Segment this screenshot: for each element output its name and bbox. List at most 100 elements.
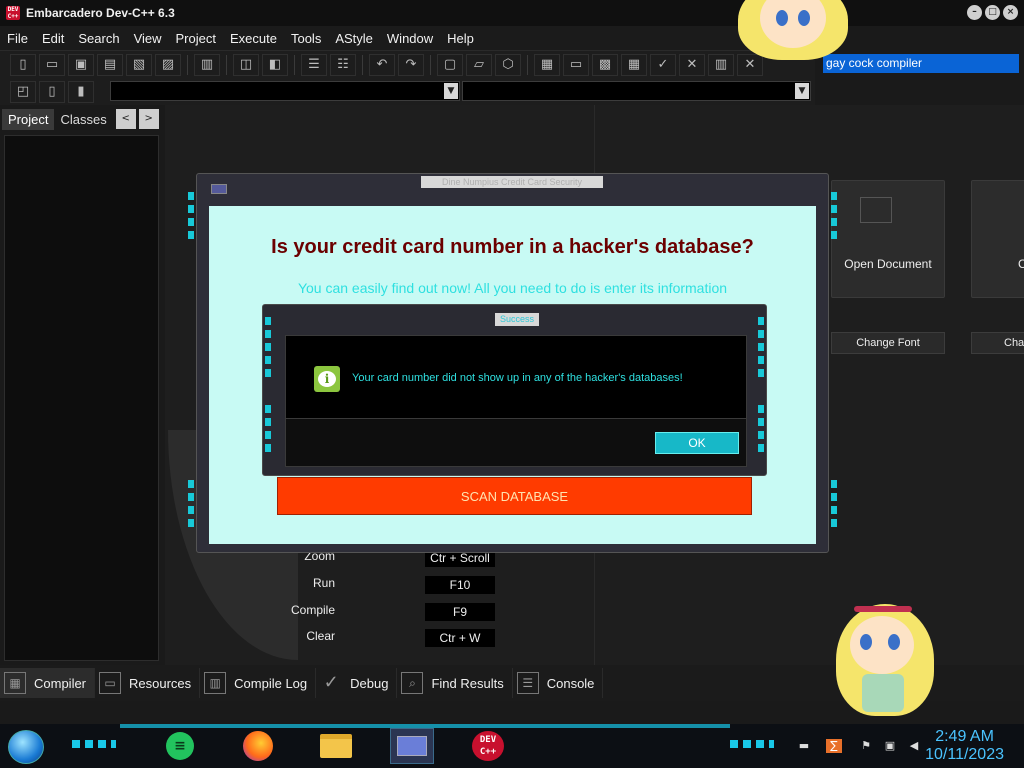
change-font-button[interactable]: Change Font bbox=[831, 332, 945, 354]
ok-button[interactable]: OK bbox=[655, 432, 739, 454]
volume-icon[interactable]: ◀ bbox=[906, 739, 922, 753]
main-toolbar: ▯ ▭ ▣ ▤ ▧ ▨ ▥ ◫ ◧ ☰ ☷ ↶ ↷ ▢ ▱ ⬡ ▦ ▭ ▩ ▦ … bbox=[0, 50, 815, 78]
shortcut-name: Run bbox=[312, 576, 335, 590]
menu-window[interactable]: Window bbox=[380, 31, 440, 46]
frame-accent bbox=[758, 405, 764, 455]
indent-icon[interactable]: ☰ bbox=[301, 53, 327, 76]
tab-label: Console bbox=[546, 675, 595, 691]
chevron-down-icon[interactable]: ▼ bbox=[444, 83, 458, 99]
new-project-icon[interactable]: ▢ bbox=[437, 53, 463, 76]
check-syntax-icon[interactable]: ✓ bbox=[650, 53, 676, 76]
frame-accent bbox=[831, 480, 837, 530]
success-title: Success bbox=[495, 313, 539, 326]
toolbar-separator bbox=[187, 54, 188, 75]
close-file-icon[interactable]: ▧ bbox=[126, 53, 152, 76]
replace-icon[interactable]: ◧ bbox=[262, 53, 288, 76]
open-folder-icon[interactable]: ▭ bbox=[39, 53, 65, 76]
create-tile[interactable]: C bbox=[971, 180, 1024, 298]
function-combo[interactable]: ▼ bbox=[462, 81, 811, 101]
shortcut-name: Clear bbox=[306, 629, 335, 643]
profile-chart-icon[interactable]: ▥ bbox=[708, 53, 734, 76]
toolbar-separator bbox=[430, 54, 431, 75]
tab-find-results[interactable]: ⌕ Find Results bbox=[397, 668, 513, 698]
scan-database-button[interactable]: SCAN DATABASE bbox=[277, 477, 752, 515]
close-button[interactable]: × bbox=[1003, 5, 1018, 20]
print-icon[interactable]: ▥ bbox=[194, 53, 220, 76]
compile-icon[interactable]: ▦ bbox=[534, 53, 560, 76]
folder-icon bbox=[320, 734, 352, 758]
menu-view[interactable]: View bbox=[127, 31, 169, 46]
class-combo[interactable]: ▼ bbox=[110, 81, 460, 101]
tab-console[interactable]: ☰ Console bbox=[513, 668, 604, 698]
goto-icon[interactable]: ◰ bbox=[10, 80, 36, 103]
shortcut-key: F9 bbox=[425, 603, 495, 621]
tab-classes[interactable]: Classes bbox=[54, 109, 112, 130]
menu-bar: File Edit Search View Project Execute To… bbox=[0, 26, 815, 50]
find-icon[interactable]: ◫ bbox=[233, 53, 259, 76]
remove-file-icon[interactable]: ▱ bbox=[466, 53, 492, 76]
menu-tools[interactable]: Tools bbox=[284, 31, 328, 46]
menu-astyle[interactable]: AStyle bbox=[328, 31, 380, 46]
tab-scroll-left-button[interactable]: < bbox=[115, 109, 136, 129]
menu-execute[interactable]: Execute bbox=[223, 31, 284, 46]
minimize-button[interactable]: – bbox=[967, 5, 982, 20]
save-all-icon[interactable]: ▤ bbox=[97, 53, 123, 76]
frame-accent bbox=[265, 317, 271, 377]
success-body: i Your card number did not show up in an… bbox=[285, 335, 747, 419]
menu-search[interactable]: Search bbox=[71, 31, 126, 46]
network-icon[interactable]: ▣ bbox=[882, 739, 898, 753]
clock[interactable]: 2:49 AM 10/11/2023 bbox=[925, 728, 1004, 764]
undo-icon[interactable]: ↶ bbox=[369, 53, 395, 76]
unindent-icon[interactable]: ☷ bbox=[330, 53, 356, 76]
project-tree[interactable] bbox=[4, 135, 159, 661]
save-icon[interactable]: ▣ bbox=[68, 53, 94, 76]
taskbar-firefox[interactable] bbox=[236, 728, 280, 764]
shortcut-name: Compile bbox=[290, 603, 335, 617]
tab-compiler[interactable]: ▦ Compiler bbox=[0, 668, 96, 698]
tab-label: Compile Log bbox=[234, 675, 308, 691]
bookmarks-icon[interactable]: ▮ bbox=[68, 80, 94, 103]
maximize-button[interactable]: □ bbox=[985, 5, 1000, 20]
start-button[interactable] bbox=[8, 730, 44, 764]
tab-debug[interactable]: ✓ Debug bbox=[316, 668, 398, 698]
taskbar-devcpp[interactable]: DEV C++ bbox=[466, 728, 510, 764]
project-options-icon[interactable]: ⬡ bbox=[495, 53, 521, 76]
app-window-icon bbox=[211, 184, 227, 194]
tab-resources[interactable]: ▭ Resources bbox=[95, 668, 201, 698]
menu-file[interactable]: File bbox=[0, 31, 35, 46]
run-icon[interactable]: ▭ bbox=[563, 53, 589, 76]
menu-edit[interactable]: Edit bbox=[35, 31, 71, 46]
open-document-tile[interactable]: Open Document bbox=[831, 180, 945, 298]
devcpp-icon: DEV C++ bbox=[472, 731, 504, 761]
toolbar-separator bbox=[294, 54, 295, 75]
bar-chart-icon: ▥ bbox=[204, 672, 227, 694]
frame-accent bbox=[758, 317, 764, 377]
taskbar-active-window[interactable] bbox=[390, 728, 434, 764]
mascot-top-image bbox=[738, 0, 858, 60]
menu-help[interactable]: Help bbox=[440, 31, 481, 46]
tab-project[interactable]: Project bbox=[2, 108, 55, 130]
taskbar-accent bbox=[730, 740, 774, 748]
mascot-bottom-image bbox=[836, 598, 934, 724]
taskbar-file-explorer[interactable] bbox=[314, 728, 358, 764]
bookmark-icon[interactable]: ▯ bbox=[39, 80, 65, 103]
stop-icon[interactable]: ✕ bbox=[679, 53, 705, 76]
tab-compile-log[interactable]: ▥ Compile Log bbox=[200, 668, 317, 698]
flag-icon[interactable]: ⚑ bbox=[858, 739, 874, 753]
chevron-down-icon[interactable]: ▼ bbox=[795, 83, 809, 99]
menu-project[interactable]: Project bbox=[169, 31, 223, 46]
tab-scroll-right-button[interactable]: > bbox=[138, 109, 159, 129]
dialog-subline: You can easily find out now! All you nee… bbox=[297, 280, 728, 296]
title-bar: DEV C++ Embarcadero Dev-C++ 6.3 – □ × bbox=[0, 0, 1024, 26]
devcpp-logo-icon: DEV C++ bbox=[6, 6, 20, 20]
tray-overflow-icon[interactable]: ▬ bbox=[796, 739, 812, 753]
frame-accent bbox=[188, 192, 194, 242]
compile-run-icon[interactable]: ▩ bbox=[592, 53, 618, 76]
tray-app-icon[interactable]: ∑ bbox=[826, 739, 842, 753]
taskbar-notes-app[interactable]: ≡ bbox=[158, 728, 202, 764]
new-file-icon[interactable]: ▯ bbox=[10, 53, 36, 76]
change-theme-button[interactable]: Cha bbox=[971, 332, 1024, 354]
close-all-icon[interactable]: ▨ bbox=[155, 53, 181, 76]
rebuild-icon[interactable]: ▦ bbox=[621, 53, 647, 76]
redo-icon[interactable]: ↷ bbox=[398, 53, 424, 76]
